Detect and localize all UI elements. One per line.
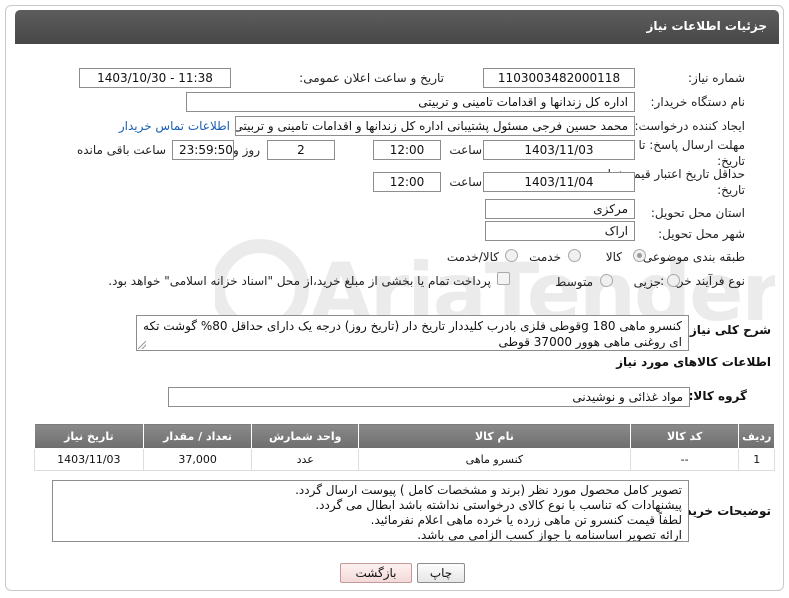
remaining-word: ساعت باقی مانده [76,143,166,157]
category-option-service: خدمت [529,250,561,264]
buyer-note-line: پیشنهادات که تناسب با نوع کالای درخواستی… [315,498,682,512]
goods-table: ردیف کد کالا نام کالا واحد شمارش تعداد /… [34,423,775,471]
need-number-field: 1103003482000118 [483,68,635,88]
col-item-code: کد کالا [629,423,740,449]
buyer-org-label: نام دستگاه خریدار: [650,95,746,109]
deadline-time-field: 12:00 [373,140,441,160]
requester-field: محمد حسین فرجی مسئول پشتیبانی اداره کل ز… [235,116,635,136]
deadline-label-line2: تاریخ: [717,154,745,168]
table-header-row: ردیف کد کالا نام کالا واحد شمارش تعداد /… [34,423,775,449]
category-radio-goods-service[interactable] [505,249,518,262]
province-label: استان محل تحویل: [650,206,745,220]
process-radio-minor[interactable] [667,274,680,287]
col-quantity: تعداد / مقدار [142,423,253,449]
process-option-medium: متوسط [555,275,593,289]
announce-label: تاریخ و ساعت اعلان عمومی: [299,71,444,85]
col-need-date: تاریخ نیاز [34,423,144,449]
cell-item-code: -- [629,448,740,471]
deadline-label-line1: مهلت ارسال پاسخ: تا [638,138,745,152]
days-and-word: روز و [233,143,260,157]
category-radio-goods[interactable] [633,249,646,262]
category-option-goods-service: کالا/خدمت [446,250,499,264]
days-field: 2 [267,140,335,160]
description-label: شرح کلی نیاز: [685,323,771,337]
resize-grip-icon[interactable] [138,341,146,349]
buyer-note-line: ارائه تصویر اساسنامه یا جواز کسب الزامی … [417,528,682,542]
buyer-org-field: اداره کل زندانها و اقدامات تامینی و تربی… [186,92,635,112]
deadline-time-word: ساعت [449,143,482,157]
process-option-minor: جزیی [633,275,661,289]
payment-note: پرداخت تمام یا بخشی از مبلغ خرید،از محل … [108,274,491,288]
category-option-goods: کالا [605,250,622,264]
col-unit: واحد شمارش [251,423,360,449]
cell-need-date: 1403/11/03 [34,448,144,471]
city-field: اراک [485,221,635,241]
category-label: طبقه بندی موضوعی: [638,250,745,264]
requester-label: ایجاد کننده درخواست: [634,119,745,133]
buyer-note-line: تصویر کامل محصول مورد نظر (برند و مشخصات… [295,483,682,497]
treasury-checkbox[interactable] [497,272,510,285]
announce-field: 1403/10/30 - 11:38 [79,68,231,88]
col-row-number: ردیف [738,423,775,449]
table-row: 1 -- کنسرو ماهی عدد 37,000 1403/11/03 [34,448,775,471]
cell-item-name: کنسرو ماهی [358,448,631,471]
buyer-notes-textarea[interactable]: تصویر کامل محصول مورد نظر (برند و مشخصات… [52,480,689,542]
col-item-name: نام کالا [358,423,631,449]
city-label: شهر محل تحویل: [658,227,745,241]
goods-section-title: اطلاعات کالاهای مورد نیاز [616,355,771,369]
validity-time-word: ساعت [449,175,482,189]
province-field: مرکزی [485,199,635,219]
print-button[interactable]: چاپ [417,563,465,583]
goods-group-label: گروه کالا: [688,389,747,403]
back-button[interactable]: بازگشت [340,563,412,583]
need-number-label: شماره نیاز: [688,71,745,85]
validity-date-field: 1403/11/04 [483,172,635,192]
page-title: جزئیات اطلاعات نیاز [15,10,779,44]
buyer-contact-link[interactable]: اطلاعات تماس خریدار [119,119,230,133]
description-textarea[interactable]: کنسرو ماهی 180 gقوطی فلزی بادرب کلیددار … [136,315,689,351]
buyer-note-line: لطفاً قیمت کنسرو تن ماهی زرده یا خرده ما… [370,513,682,527]
cell-unit: عدد [251,448,360,471]
cell-row-number: 1 [738,448,775,471]
category-radio-service[interactable] [568,249,581,262]
validity-label-line2: تاریخ: [717,183,745,197]
goods-group-field: مواد غذائی و نوشیدنی [168,387,690,407]
remaining-time-field: 23:59:50 [172,140,234,160]
cell-quantity: 37,000 [142,448,253,471]
deadline-date-field: 1403/11/03 [483,140,635,160]
process-radio-medium[interactable] [600,274,613,287]
validity-time-field: 12:00 [373,172,441,192]
